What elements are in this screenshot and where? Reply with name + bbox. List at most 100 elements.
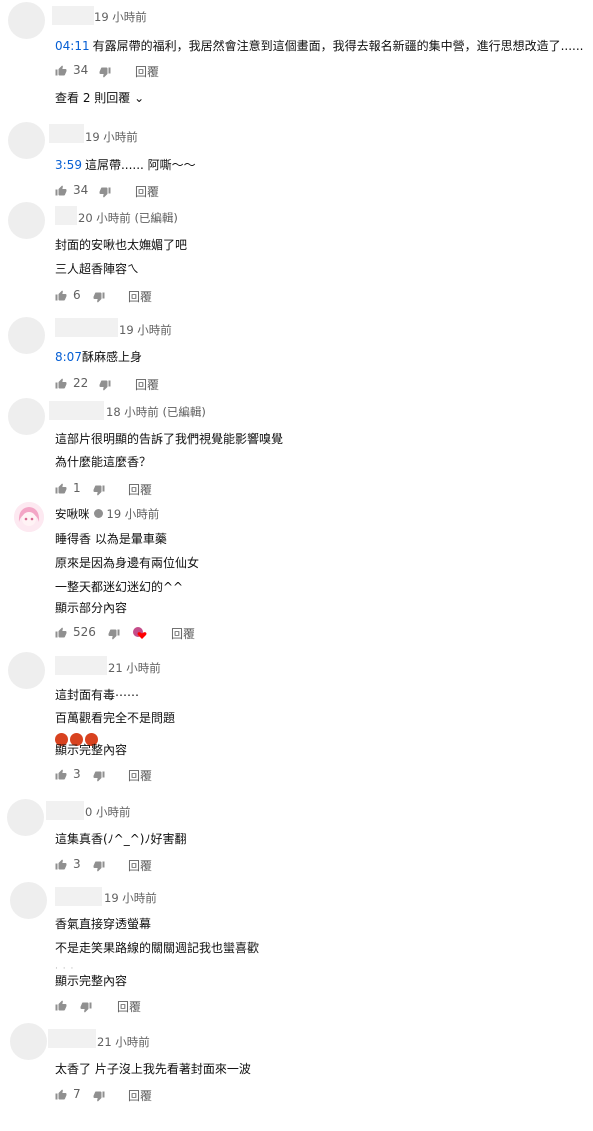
comment-time[interactable]: 0 小時前 xyxy=(85,804,130,820)
comment-actions: 526 回覆 xyxy=(55,625,275,643)
like-count: 22 xyxy=(73,376,89,390)
comment-text: 這部片很明顯的告訴了我們視覺能影響嗅覺 xyxy=(55,432,284,446)
author-name-redacted xyxy=(55,656,107,675)
reply-button[interactable]: 回覆 xyxy=(128,857,152,874)
comment-time[interactable]: 19 小時前 xyxy=(119,322,172,338)
show-more-button[interactable]: 顯示完整內容 xyxy=(55,741,127,758)
verified-check-icon xyxy=(93,509,103,518)
view-replies-button[interactable]: 查看 2 則回覆 ⌄ xyxy=(55,89,144,106)
like-icon[interactable] xyxy=(55,378,67,390)
chevron-down-icon: ⌄ xyxy=(134,91,145,105)
like-icon[interactable] xyxy=(55,290,67,302)
comment-text: 不是走笑果路線的關關週記我也蠻喜歡 xyxy=(55,941,260,955)
timestamp-link[interactable]: 8:07 xyxy=(55,350,82,364)
dislike-icon[interactable] xyxy=(99,66,111,78)
comment: 19 小時前 8:07酥麻感上身 22 回覆 xyxy=(0,310,593,400)
like-count: 3 xyxy=(73,767,81,781)
like-icon[interactable] xyxy=(55,483,67,495)
reply-button[interactable]: 回覆 xyxy=(128,288,152,305)
like-icon[interactable] xyxy=(55,769,67,781)
like-count: 7 xyxy=(73,1087,81,1101)
like-count: 3 xyxy=(73,857,81,871)
dislike-icon[interactable] xyxy=(108,628,120,640)
comment-text: 為什麼能這麼香？ xyxy=(55,455,152,469)
comment-text: 封面的安啾也太嫵媚了吧 xyxy=(55,238,188,252)
like-icon[interactable] xyxy=(55,65,67,77)
reply-button[interactable]: 回覆 xyxy=(171,625,195,642)
comment-time[interactable]: 19 小時前 xyxy=(85,129,138,145)
show-more-button[interactable]: 顯示完整內容 xyxy=(55,972,127,989)
comment-text: 睡得香 以為是暈車藥 xyxy=(55,532,167,546)
comment-actions: 回覆 xyxy=(55,998,255,1016)
comment: 0 小時前 這集真香(ﾉ^_^)ﾉ好害翻 3 回覆 xyxy=(0,795,593,880)
dislike-icon[interactable] xyxy=(99,379,111,391)
avatar[interactable] xyxy=(8,652,45,689)
reply-button[interactable]: 回覆 xyxy=(128,767,152,784)
comment-text: 一整天都迷幻迷幻的^^ xyxy=(55,580,184,594)
author-name-redacted xyxy=(55,206,77,225)
reply-button[interactable]: 回覆 xyxy=(135,376,159,393)
comment-text: 太香了 片子沒上我先看著封面來一波 xyxy=(55,1062,251,1076)
comment: 20 小時前 (已編輯) 封面的安啾也太嫵媚了吧 三人超香陣容ㄟ 6 回覆 xyxy=(0,200,593,310)
avatar[interactable] xyxy=(10,882,47,919)
avatar[interactable] xyxy=(8,317,45,354)
comment-text: 香氣直接穿透螢幕 xyxy=(55,917,152,931)
comment-actions: 1 回覆 xyxy=(55,481,255,499)
author-name-redacted xyxy=(49,401,104,420)
avatar[interactable] xyxy=(14,502,44,532)
avatar[interactable] xyxy=(8,2,45,39)
like-count: 34 xyxy=(73,183,89,197)
reply-button[interactable]: 回覆 xyxy=(135,63,159,80)
dislike-icon[interactable] xyxy=(93,860,105,872)
like-icon[interactable] xyxy=(55,627,67,639)
dislike-icon[interactable] xyxy=(93,291,105,303)
like-icon[interactable] xyxy=(55,1000,67,1012)
like-count: 34 xyxy=(73,63,89,77)
reply-button[interactable]: 回覆 xyxy=(128,481,152,498)
comment-text: 百萬觀看完全不是問題 xyxy=(55,711,176,725)
comment-text: 8:07酥麻感上身 xyxy=(55,350,142,364)
comment-time[interactable]: 20 小時前 (已編輯) xyxy=(78,210,178,226)
comment-actions: 3 回覆 xyxy=(55,857,255,875)
reply-button[interactable]: 回覆 xyxy=(135,183,159,200)
author-name[interactable]: 安啾咪 xyxy=(55,507,90,521)
comment-actions: 7 回覆 xyxy=(55,1087,255,1105)
comment-text: 原來是因為身邊有兩位仙女 xyxy=(55,556,200,570)
like-icon[interactable] xyxy=(55,1089,67,1101)
comment-time[interactable]: 19 小時前 xyxy=(107,507,160,521)
comment: 19 小時前 04:11 有露屌帶的福利，我居然會注意到這個畫面，我得去報名新疆的… xyxy=(0,0,593,110)
avatar[interactable] xyxy=(8,398,45,435)
comment-time[interactable]: 18 小時前 (已編輯) xyxy=(106,404,206,420)
dislike-icon[interactable] xyxy=(93,484,105,496)
comment-text: 04:11 有露屌帶的福利，我居然會注意到這個畫面，我得去報名新疆的集中營，進行思… xyxy=(55,39,584,53)
comment-time[interactable]: 19 小時前 xyxy=(104,890,157,906)
comment-time[interactable]: 21 小時前 xyxy=(97,1034,150,1050)
dislike-icon[interactable] xyxy=(99,186,111,198)
avatar[interactable] xyxy=(7,799,44,836)
comment: 19 小時前 3:59 這屌帶...... 阿嘶〜〜 34 回覆 xyxy=(0,120,593,200)
timestamp-link[interactable]: 04:11 xyxy=(55,39,90,53)
dislike-icon[interactable] xyxy=(93,770,105,782)
dislike-icon[interactable] xyxy=(80,1001,92,1013)
like-icon[interactable] xyxy=(55,859,67,871)
avatar-illustration-icon xyxy=(14,502,44,532)
comment-time[interactable]: 19 小時前 xyxy=(94,9,147,25)
author-name-redacted xyxy=(55,318,118,337)
comment: 18 小時前 (已編輯) 這部片很明顯的告訴了我們視覺能影響嗅覺 為什麼能這麼香… xyxy=(0,395,593,500)
comment-time[interactable]: 21 小時前 xyxy=(108,660,161,676)
like-icon[interactable] xyxy=(55,185,67,197)
author-name-redacted xyxy=(49,124,84,143)
avatar[interactable] xyxy=(8,202,45,239)
reply-button[interactable]: 回覆 xyxy=(117,998,141,1015)
comment-actions: 22 回覆 xyxy=(55,376,255,394)
dislike-icon[interactable] xyxy=(93,1090,105,1102)
like-count: 6 xyxy=(73,288,81,302)
timestamp-link[interactable]: 3:59 xyxy=(55,158,82,172)
comment-actions: 34 回覆 xyxy=(55,183,255,201)
avatar[interactable] xyxy=(10,1023,47,1060)
avatar[interactable] xyxy=(8,122,45,159)
show-more-button[interactable]: 顯示部分內容 xyxy=(55,599,127,616)
comment-header: 安啾咪 19 小時前 xyxy=(55,506,159,522)
reply-button[interactable]: 回覆 xyxy=(128,1087,152,1104)
author-name-redacted xyxy=(55,887,102,906)
